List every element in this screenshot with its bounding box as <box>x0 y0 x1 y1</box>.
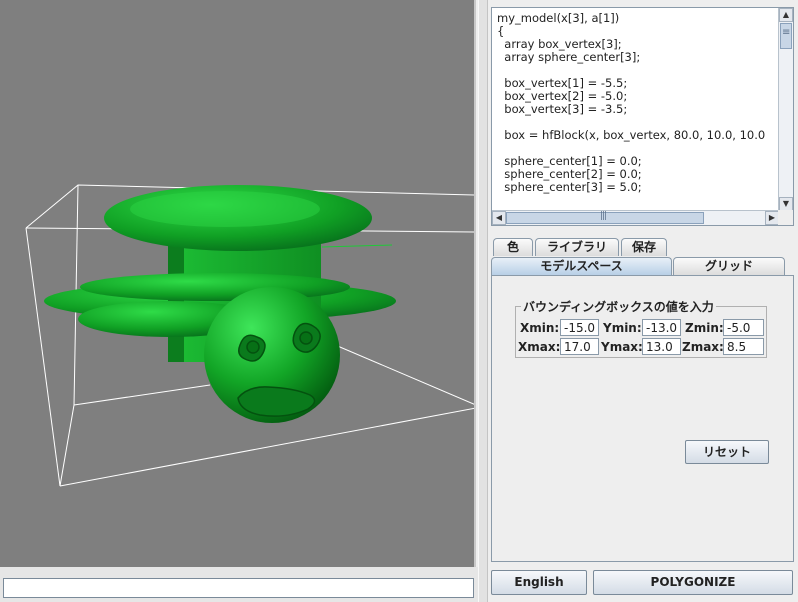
xmax-field[interactable] <box>560 338 599 355</box>
xmin-field[interactable] <box>560 319 599 336</box>
horizontal-scrollbar[interactable]: ◀ ▶ <box>492 210 779 225</box>
scroll-right-icon[interactable]: ▶ <box>765 211 779 225</box>
ymax-label: Ymax: <box>601 340 643 354</box>
tab-library[interactable]: ライブラリ <box>535 238 619 256</box>
3d-model-render[interactable] <box>0 0 476 567</box>
vertical-scroll-thumb[interactable] <box>780 23 792 49</box>
xmax-label: Xmax: <box>518 340 561 354</box>
scroll-up-icon[interactable]: ▲ <box>779 8 793 22</box>
command-input[interactable] <box>3 578 474 598</box>
code-line[interactable]: array sphere_center[3]; <box>497 51 779 64</box>
tab-save[interactable]: 保存 <box>621 238 667 256</box>
split-pane-divider[interactable] <box>478 0 488 602</box>
reset-button[interactable]: リセット <box>685 440 769 464</box>
ymax-field[interactable] <box>642 338 681 355</box>
bounding-box-title: バウンディングボックスの値を入力 <box>521 298 716 315</box>
code-line[interactable]: sphere_center[3] = 5.0; <box>497 181 779 194</box>
3d-viewport[interactable] <box>0 0 476 567</box>
code-text[interactable]: my_model(x[3], a[1]){ array box_vertex[3… <box>497 12 779 212</box>
zmin-label: Zmin: <box>685 321 724 335</box>
zmax-field[interactable] <box>723 338 764 355</box>
ymin-field[interactable] <box>642 319 681 336</box>
polygonize-button[interactable]: POLYGONIZE <box>593 570 793 595</box>
scroll-down-icon[interactable]: ▼ <box>779 197 793 211</box>
tab-color[interactable]: 色 <box>493 238 533 256</box>
code-line[interactable]: my_model(x[3], a[1]) <box>497 12 779 25</box>
scroll-left-icon[interactable]: ◀ <box>492 211 506 225</box>
tab-grid[interactable]: グリッド <box>673 257 785 275</box>
english-button[interactable]: English <box>491 570 587 595</box>
tab-model-space[interactable]: モデルスペース <box>491 257 672 275</box>
zmin-field[interactable] <box>723 319 764 336</box>
app-window: my_model(x[3], a[1]){ array box_vertex[3… <box>0 0 798 602</box>
middle-disk <box>80 273 350 301</box>
ymin-label: Ymin: <box>603 321 642 335</box>
vertical-scrollbar[interactable]: ▲ ▼ <box>778 8 793 211</box>
code-line[interactable]: box_vertex[3] = -3.5; <box>497 103 779 116</box>
code-line[interactable]: box = hfBlock(x, box_vertex, 80.0, 10.0,… <box>497 129 779 142</box>
zmax-label: Zmax: <box>682 340 724 354</box>
xmin-label: Xmin: <box>520 321 560 335</box>
scroll-corner <box>778 210 793 225</box>
horizontal-scroll-thumb[interactable] <box>506 211 704 224</box>
code-editor[interactable]: my_model(x[3], a[1]){ array box_vertex[3… <box>491 7 794 226</box>
